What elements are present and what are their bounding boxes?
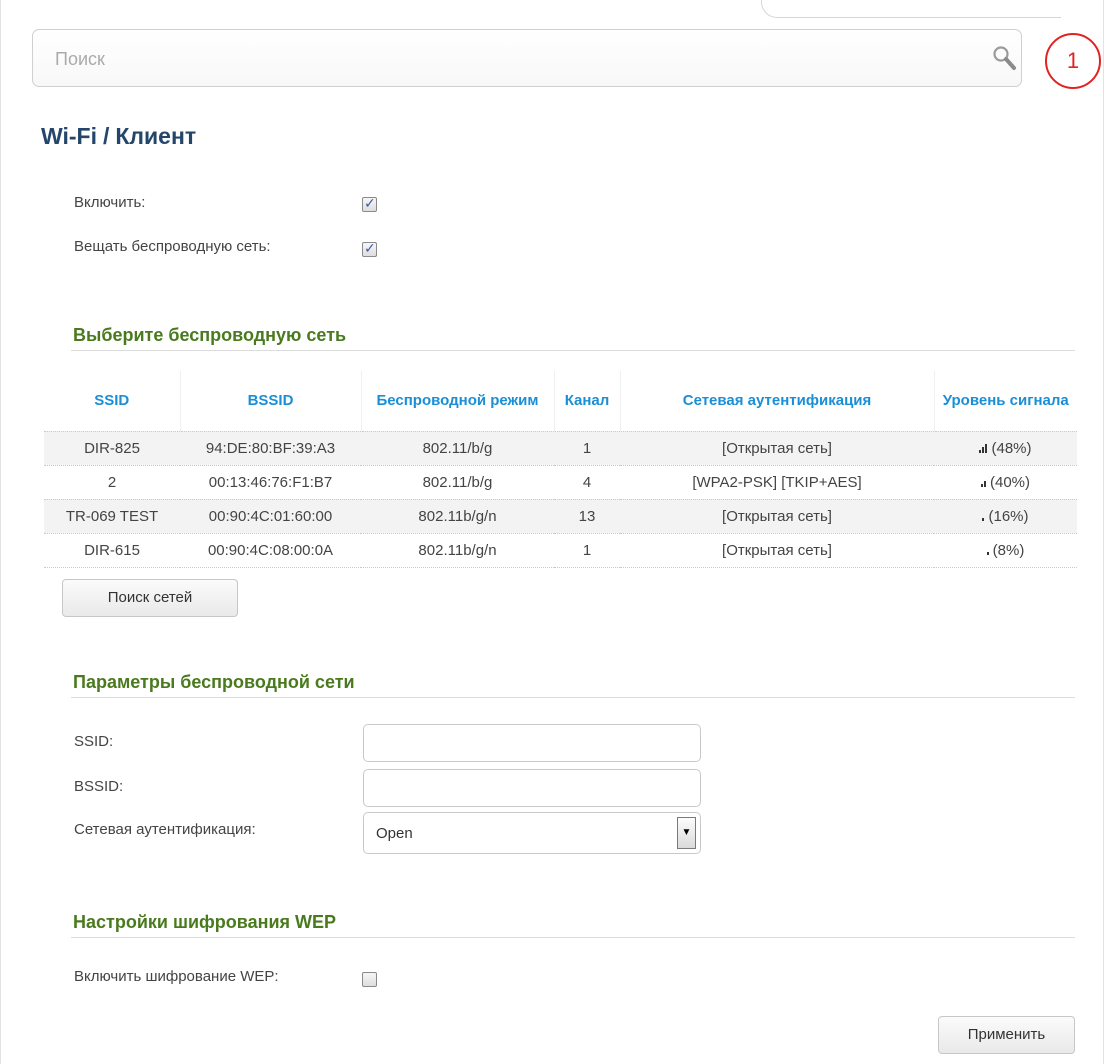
cell-mode: 802.11b/g/n	[361, 498, 554, 533]
cell-auth: [Открытая сеть]	[620, 498, 934, 533]
table-row[interactable]: 2 00:13:46:76:F1:B7 802.11/b/g 4 [WPA2-PSK] …	[44, 464, 1077, 499]
enable-label: Включить:	[74, 194, 146, 211]
cell-ssid: TR-069 TEST	[44, 498, 180, 533]
cell-mode: 802.11/b/g	[361, 464, 554, 499]
cell-bssid: 94:DE:80:BF:39:A3	[180, 430, 361, 465]
bssid-label: BSSID:	[74, 778, 124, 795]
page-title: Wi-Fi / Клиент	[41, 123, 196, 150]
column-header-ssid[interactable]: SSID	[44, 371, 181, 431]
breadcrumb-page: Клиент	[115, 123, 197, 149]
signal-strength-icon	[980, 474, 987, 491]
section-title-wep: Настройки шифрования WEP	[73, 912, 337, 932]
search-input[interactable]	[55, 44, 955, 74]
signal-strength-icon	[979, 440, 988, 457]
networks-table: SSID BSSID Беспроводной режим Канал Сете…	[44, 371, 1077, 568]
cell-ssid: DIR-615	[44, 532, 180, 568]
signal-strength-icon	[986, 542, 990, 559]
cell-signal: (8%)	[934, 532, 1077, 568]
cell-channel: 1	[554, 430, 620, 465]
notification-tab	[761, 0, 1061, 18]
chevron-down-icon[interactable]: ▼	[677, 817, 696, 849]
section-divider	[71, 350, 1075, 351]
cell-auth: [WPA2-PSK] [TKIP+AES]	[620, 464, 934, 499]
column-header-mode[interactable]: Беспроводной режим	[361, 371, 555, 431]
auth-select[interactable]: Open ▼	[363, 812, 701, 854]
breadcrumb-separator: /	[103, 123, 110, 149]
signal-percent: (40%)	[989, 473, 1030, 491]
ssid-field[interactable]	[363, 724, 701, 762]
column-header-bssid[interactable]: BSSID	[180, 371, 362, 431]
auth-select-value: Open	[376, 825, 413, 842]
section-title-select-network: Выберите беспроводную сеть	[73, 325, 347, 345]
cell-ssid: DIR-825	[44, 430, 180, 465]
section-title-wireless-params: Параметры беспроводной сети	[73, 672, 355, 692]
table-row[interactable]: DIR-825 94:DE:80:BF:39:A3 802.11/b/g 1 [Откр…	[44, 430, 1077, 465]
search-icon[interactable]	[990, 44, 1020, 74]
breadcrumb-section: Wi-Fi	[41, 123, 97, 149]
cell-signal: (16%)	[934, 498, 1077, 533]
cell-mode: 802.11b/g/n	[361, 532, 554, 568]
checkmark-icon: ✓	[364, 240, 376, 256]
cell-ssid: 2	[44, 464, 180, 499]
table-row[interactable]: TR-069 TEST 00:90:4C:01:60:00 802.11b/g/n 1…	[44, 498, 1077, 533]
cell-bssid: 00:90:4C:08:00:0A	[180, 532, 361, 568]
cell-auth: [Открытая сеть]	[620, 532, 934, 568]
cell-signal: (48%)	[934, 430, 1077, 465]
enable-checkbox[interactable]: ✓	[362, 195, 377, 212]
cell-channel: 13	[554, 498, 620, 533]
broadcast-checkbox[interactable]: ✓	[362, 240, 377, 257]
cell-auth: [Открытая сеть]	[620, 430, 934, 465]
cell-bssid: 00:13:46:76:F1:B7	[180, 464, 361, 499]
table-row[interactable]: DIR-615 00:90:4C:08:00:0A 802.11b/g/n 1 [Отк…	[44, 532, 1077, 568]
column-header-auth[interactable]: Сетевая аутентификация	[620, 371, 935, 431]
section-divider	[71, 937, 1075, 938]
wep-enable-label: Включить шифрование WEP:	[74, 968, 279, 985]
cell-mode: 802.11/b/g	[361, 430, 554, 465]
checkmark-icon: ✓	[364, 195, 376, 211]
cell-channel: 4	[554, 464, 620, 499]
signal-strength-icon	[982, 508, 985, 525]
search-bar[interactable]	[32, 29, 1022, 87]
bssid-field[interactable]	[363, 769, 701, 807]
wep-enable-checkbox[interactable]	[362, 972, 377, 987]
signal-percent: (16%)	[988, 507, 1029, 525]
signal-percent: (8%)	[992, 541, 1025, 559]
ssid-label: SSID:	[74, 733, 114, 750]
table-header-row: SSID BSSID Беспроводной режим Канал Сете…	[44, 371, 1077, 431]
column-header-channel[interactable]: Канал	[554, 371, 621, 431]
section-divider	[71, 697, 1075, 698]
cell-signal: (40%)	[934, 464, 1077, 499]
page-frame: 1 Wi-Fi/Клиент Включить: ✓ Вещать беспро…	[0, 0, 1104, 1064]
signal-percent: (48%)	[991, 439, 1032, 457]
auth-label: Сетевая аутентификация:	[74, 821, 256, 838]
apply-button[interactable]: Применить	[938, 1016, 1075, 1054]
column-header-signal[interactable]: Уровень сигнала	[934, 371, 1077, 431]
broadcast-label: Вещать беспроводную сеть:	[74, 238, 271, 255]
scan-networks-button[interactable]: Поиск сетей	[62, 579, 238, 617]
notification-count-badge[interactable]: 1	[1045, 33, 1101, 89]
cell-channel: 1	[554, 532, 620, 568]
cell-bssid: 00:90:4C:01:60:00	[180, 498, 361, 533]
